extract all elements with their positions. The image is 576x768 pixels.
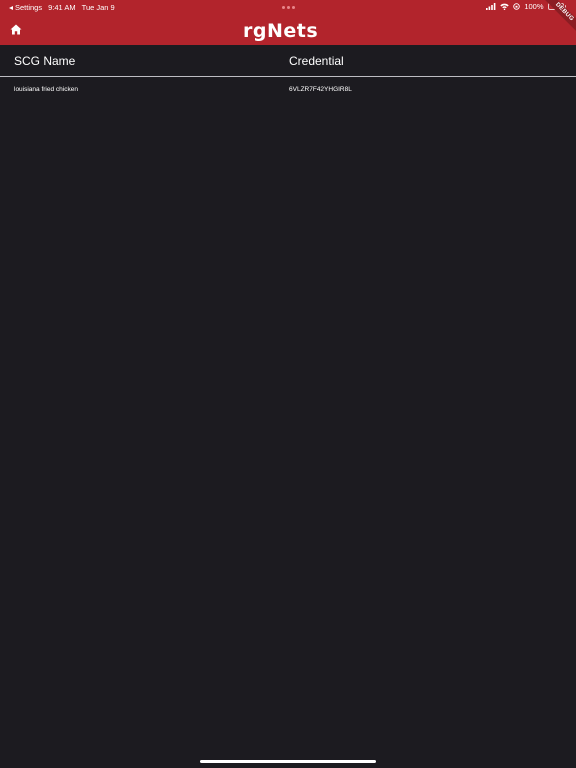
rgnets-logo: rg Nets — [243, 20, 318, 42]
home-icon — [10, 24, 22, 34]
app-bar: Settings 9:41 AM Tue Jan 9 100% rg Nets … — [0, 0, 576, 45]
cell-scg-name: louisiana fried chicken — [14, 86, 78, 93]
logo-text-rg: rg — [243, 20, 267, 42]
status-time: 9:41 AM — [48, 3, 76, 12]
logo-text-nets: Nets — [266, 20, 319, 42]
home-indicator[interactable] — [200, 760, 376, 763]
back-arrow-icon — [9, 5, 13, 10]
wifi-icon — [500, 3, 510, 10]
multitasking-dots-icon[interactable] — [282, 6, 295, 9]
status-bar: Settings 9:41 AM Tue Jan 9 100% — [0, 0, 576, 14]
table-header: SCG Name Credential — [0, 45, 576, 77]
app-screen: Settings 9:41 AM Tue Jan 9 100% rg Nets … — [0, 0, 576, 768]
scg-credential-table: SCG Name Credential louisiana fried chic… — [0, 45, 576, 105]
orientation-lock-icon — [513, 3, 521, 10]
back-app-label: Settings — [15, 3, 43, 12]
home-button[interactable] — [9, 22, 23, 36]
back-to-app-link[interactable]: Settings — [9, 3, 42, 12]
column-header-credential: Credential — [289, 54, 344, 68]
status-left: Settings 9:41 AM Tue Jan 9 — [9, 3, 115, 12]
table-row[interactable]: louisiana fried chicken 6VLZR7F42YHGIR8L — [0, 77, 576, 105]
column-header-scg-name: SCG Name — [14, 54, 76, 68]
cell-credential: 6VLZR7F42YHGIR8L — [289, 86, 352, 93]
nav-bar: rg Nets — [0, 14, 576, 45]
battery-percent: 100% — [524, 2, 544, 11]
cellular-signal-icon — [486, 3, 496, 10]
status-date: Tue Jan 9 — [81, 3, 115, 12]
